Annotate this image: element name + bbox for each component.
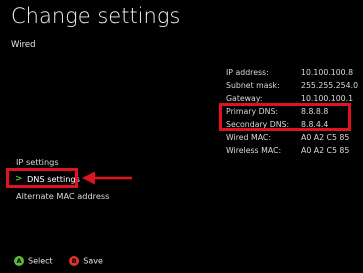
save-label: Save	[83, 256, 103, 266]
change-settings-screen: Change settings Wired IP address: 10.100…	[0, 0, 363, 273]
save-action[interactable]: B Save	[69, 256, 103, 266]
info-row-wireless-mac: Wireless MAC: A0 A2 C5 85	[226, 144, 356, 157]
info-label: Wired MAC:	[226, 133, 271, 142]
dns-highlight-box	[219, 103, 351, 131]
menu-item-alternate-mac-address[interactable]: Alternate MAC address	[16, 188, 109, 205]
page-title: Change settings	[11, 4, 181, 28]
select-action[interactable]: A Select	[14, 256, 53, 266]
info-row-ip-address: IP address: 10.100.100.8	[226, 66, 356, 79]
info-value: A0 A2 C5 85	[301, 133, 350, 142]
menu-item-label: Alternate MAC address	[16, 191, 110, 201]
pointer-arrow-icon	[82, 171, 132, 185]
select-label: Select	[28, 256, 53, 266]
dns-settings-highlight-box	[6, 168, 78, 188]
a-button-icon: A	[14, 256, 24, 266]
info-value: 10.100.100.8	[301, 68, 354, 77]
b-button-icon: B	[69, 256, 80, 266]
info-value: 255.255.254.0	[301, 81, 359, 90]
arrow-head	[82, 171, 95, 185]
info-row-subnet-mask: Subnet mask: 255.255.254.0	[226, 79, 359, 92]
info-value: A0 A2 C5 85	[301, 146, 350, 155]
connection-type-label: Wired	[11, 40, 36, 50]
info-row-wired-mac: Wired MAC: A0 A2 C5 85	[226, 131, 356, 144]
info-label: Wireless MAC:	[226, 146, 282, 155]
info-label: Subnet mask:	[226, 81, 280, 90]
controller-hints: A Select B Save	[14, 256, 117, 266]
menu-item-label: IP settings	[16, 157, 59, 167]
info-label: IP address:	[226, 68, 269, 77]
